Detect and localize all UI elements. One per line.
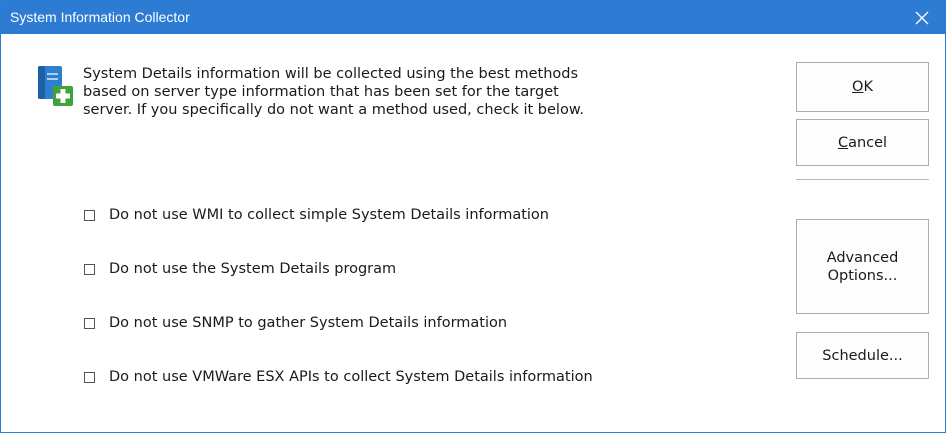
option-label: Do not use WMI to collect simple System … <box>109 207 549 223</box>
close-button[interactable] <box>899 1 945 34</box>
dialog-window: System Information Collector System Deta… <box>0 0 946 433</box>
option-no-wmi[interactable]: Do not use WMI to collect simple System … <box>84 205 549 225</box>
checkbox-no-sysdetails-program[interactable] <box>84 263 95 275</box>
cancel-button[interactable]: Cancel <box>796 119 929 166</box>
advanced-options-button[interactable]: Advanced Options... <box>796 219 929 314</box>
ok-button-label: OK <box>852 79 873 95</box>
option-label: Do not use the System Details program <box>109 261 397 277</box>
option-no-vmware-esx[interactable]: Do not use VMWare ESX APIs to collect Sy… <box>84 367 593 387</box>
checkbox-no-wmi[interactable] <box>84 209 95 221</box>
option-no-sysdetails-program[interactable]: Do not use the System Details program <box>84 259 396 279</box>
checkbox-no-vmware-esx[interactable] <box>84 371 95 383</box>
document-add-icon <box>38 66 73 106</box>
ok-button[interactable]: OK <box>796 62 929 112</box>
close-icon <box>915 11 929 24</box>
description-text: System Details information will be colle… <box>83 66 584 118</box>
window-title: System Information Collector <box>10 9 190 25</box>
schedule-button[interactable]: Schedule... <box>796 332 929 379</box>
advanced-options-label: Advanced Options... <box>826 249 899 284</box>
checkbox-no-snmp[interactable] <box>84 317 95 329</box>
option-no-snmp[interactable]: Do not use SNMP to gather System Details… <box>84 313 507 333</box>
button-divider <box>796 179 929 180</box>
option-label: Do not use SNMP to gather System Details… <box>109 315 508 331</box>
cancel-button-label: Cancel <box>837 134 888 151</box>
schedule-label: Schedule... <box>822 347 903 364</box>
option-label: Do not use VMWare ESX APIs to collect Sy… <box>109 369 593 385</box>
title-bar[interactable]: System Information Collector <box>1 1 945 34</box>
